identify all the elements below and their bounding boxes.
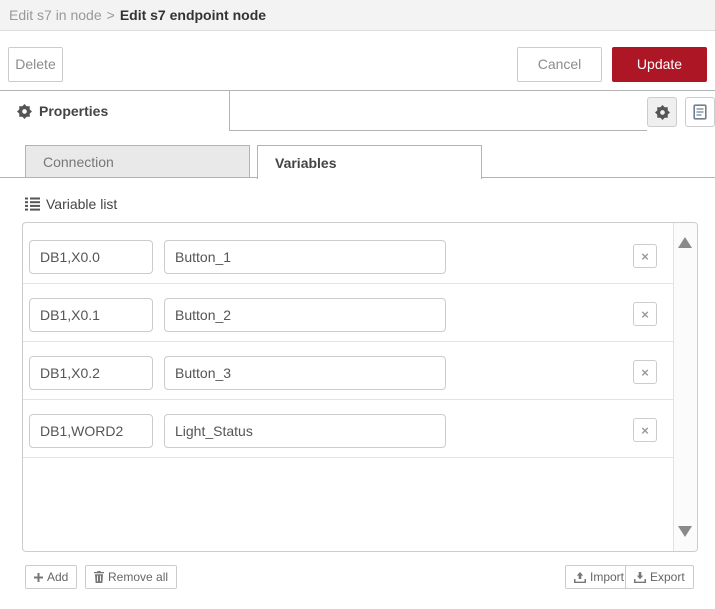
gear-icon — [17, 103, 32, 119]
variable-name-input[interactable] — [164, 240, 446, 274]
close-icon: × — [641, 306, 649, 322]
download-icon — [634, 571, 646, 583]
variable-name-input[interactable] — [164, 356, 446, 390]
remove-row-button[interactable]: × — [633, 244, 657, 268]
add-button[interactable]: Add — [25, 565, 78, 589]
delete-button[interactable]: Delete — [8, 47, 63, 82]
plus-icon — [34, 572, 43, 582]
scroll-down-icon[interactable] — [678, 526, 692, 537]
edit-description-button[interactable] — [685, 97, 715, 127]
close-icon: × — [641, 364, 649, 380]
variable-address-input[interactable] — [29, 414, 153, 448]
file-text-icon — [693, 104, 707, 120]
trash-icon — [94, 571, 104, 583]
variable-list-container: × × × × — [22, 222, 698, 552]
close-icon: × — [641, 422, 649, 438]
variable-row: × — [23, 226, 673, 284]
add-button-label: Add — [47, 570, 69, 584]
remove-all-button-label: Remove all — [108, 570, 169, 584]
variable-name-input[interactable] — [164, 414, 446, 448]
variable-address-input[interactable] — [29, 240, 153, 274]
remove-all-button[interactable]: Remove all — [85, 565, 178, 589]
close-icon: × — [641, 248, 649, 264]
properties-tab-label: Properties — [39, 103, 109, 119]
variable-address-input[interactable] — [29, 298, 153, 332]
update-button[interactable]: Update — [612, 47, 707, 82]
cancel-button[interactable]: Cancel — [517, 47, 602, 82]
breadcrumb-current: Edit s7 endpoint node — [119, 7, 267, 23]
properties-bar-divider — [230, 130, 647, 131]
variable-row: × — [23, 400, 673, 458]
tab-variables[interactable]: Variables — [257, 145, 482, 179]
upload-icon — [574, 571, 586, 583]
tab-variables-label: Variables — [275, 154, 337, 171]
tab-connection-label: Connection — [43, 153, 114, 170]
variable-name-input[interactable] — [164, 298, 446, 332]
scroll-up-icon[interactable] — [678, 237, 692, 248]
tab-connection[interactable]: Connection — [25, 145, 250, 178]
properties-tab: Properties — [0, 91, 230, 131]
remove-row-button[interactable]: × — [633, 360, 657, 384]
variable-row: × — [23, 342, 673, 400]
remove-row-button[interactable]: × — [633, 302, 657, 326]
list-icon — [25, 197, 40, 211]
import-button[interactable]: Import — [565, 565, 634, 589]
edit-properties-button[interactable] — [647, 97, 677, 127]
remove-row-button[interactable]: × — [633, 418, 657, 442]
variable-list-label: Variable list — [46, 196, 118, 212]
export-button[interactable]: Export — [625, 565, 694, 589]
import-button-label: Import — [590, 570, 625, 584]
breadcrumb-parent: Edit s7 in node — [9, 7, 102, 23]
gear-icon — [654, 104, 670, 120]
variable-row: × — [23, 284, 673, 342]
scrollbar[interactable] — [673, 223, 697, 551]
variable-rows: × × × × — [23, 226, 673, 458]
breadcrumb: Edit s7 in node > Edit s7 endpoint node — [0, 0, 715, 31]
variable-address-input[interactable] — [29, 356, 153, 390]
export-button-label: Export — [650, 570, 685, 584]
variable-list-heading: Variable list — [25, 196, 117, 212]
properties-bar: Properties — [0, 90, 715, 131]
breadcrumb-separator: > — [106, 7, 115, 23]
